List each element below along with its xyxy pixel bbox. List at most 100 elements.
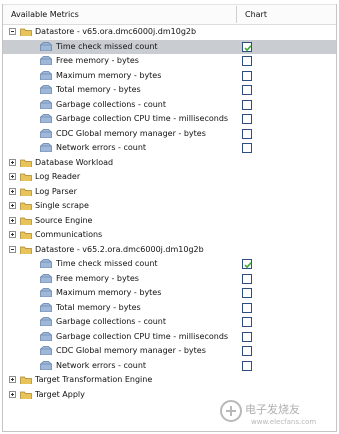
- chart-checkbox[interactable]: [242, 317, 252, 327]
- tree-metric-label: Garbage collections - count: [56, 317, 167, 326]
- folder-icon: [20, 28, 32, 36]
- chart-checkbox[interactable]: [242, 41, 252, 52]
- tree-metric-row[interactable]: Free memory - bytes: [3, 272, 336, 287]
- tree-metric-row[interactable]: Garbage collection CPU time - millisecon…: [3, 112, 336, 127]
- tree-metric-row[interactable]: Garbage collections - count: [3, 98, 336, 113]
- tree-group-row[interactable]: Single scrape: [3, 199, 336, 214]
- metric-icon: [40, 143, 52, 152]
- metric-icon: [40, 317, 52, 326]
- collapse-icon[interactable]: [9, 245, 16, 253]
- chart-checkbox[interactable]: [242, 302, 252, 313]
- folder-icon: [20, 159, 32, 167]
- tree-group-row[interactable]: Log Reader: [3, 170, 336, 185]
- chart-checkbox[interactable]: [242, 273, 252, 284]
- tree-metric-row[interactable]: Garbage collections - count: [3, 315, 336, 330]
- expand-icon[interactable]: [9, 390, 16, 398]
- expand-icon[interactable]: [9, 158, 16, 166]
- tree-group-label: Datastore - v65.2.ora.dmc6000j.dm10g2b: [35, 244, 204, 254]
- tree-group-row[interactable]: Datastore - v65.2.ora.dmc6000j.dm10g2b: [3, 243, 336, 258]
- metric-icon: [40, 128, 52, 138]
- folder-icon: [20, 173, 32, 181]
- tree-metric-label: Network errors - count: [56, 360, 147, 370]
- expand-icon[interactable]: [9, 187, 16, 195]
- metrics-panel: Available Metrics Chart Datastore - v65.…: [2, 4, 337, 432]
- metric-icon: [40, 114, 52, 123]
- chart-header[interactable]: Chart: [245, 10, 267, 19]
- tree-metric-row[interactable]: Garbage collection CPU time - millisecon…: [3, 330, 336, 345]
- tree-metric-label: Maximum memory - bytes: [56, 288, 162, 297]
- tree-metric-label: Time check missed count: [56, 259, 158, 268]
- folder-icon: [20, 246, 32, 254]
- metric-icon: [40, 360, 52, 370]
- metric-icon: [40, 273, 52, 283]
- tree-metric-row[interactable]: Time check missed count: [3, 257, 336, 272]
- metric-icon: [40, 70, 52, 80]
- tree-group-label: Communications: [35, 230, 103, 239]
- metric-icon: [40, 331, 52, 341]
- watermark-brand: 电子发烧友: [245, 402, 300, 416]
- expand-icon[interactable]: [9, 202, 16, 209]
- tree-metric-label: Total memory - bytes: [56, 85, 141, 94]
- metric-icon: [40, 346, 52, 355]
- column-divider[interactable]: [236, 6, 237, 23]
- tree-metric-label: Total memory - bytes: [56, 302, 141, 312]
- checkmark-icon: [244, 44, 252, 51]
- metric-icon: [40, 56, 52, 65]
- chart-checkbox[interactable]: [242, 70, 252, 81]
- tree-metric-row[interactable]: Time check missed count: [3, 39, 336, 54]
- tree-metric-row[interactable]: Network errors - count: [3, 141, 336, 156]
- tree-group-label: Log Reader: [35, 172, 81, 181]
- tree-group-row[interactable]: Target Transformation Engine: [3, 373, 336, 388]
- chart-checkbox[interactable]: [242, 143, 252, 153]
- tree-metric-row[interactable]: Maximum memory - bytes: [3, 69, 336, 84]
- expand-icon[interactable]: [9, 376, 16, 383]
- tree-metric-row[interactable]: CDC Global memory manager - bytes: [3, 344, 336, 359]
- folder-icon: [20, 231, 32, 239]
- chart-checkbox[interactable]: [242, 288, 252, 298]
- tree-metric-row[interactable]: Network errors - count: [3, 359, 336, 374]
- metrics-tree: Datastore - v65.ora.dmc6000j.dm10g2b Time…: [3, 25, 336, 402]
- tree-metric-label: Free memory - bytes: [56, 56, 139, 65]
- tree-metric-row[interactable]: Total memory - bytes: [3, 83, 336, 98]
- metric-icon: [40, 99, 52, 109]
- tree-group-row[interactable]: Datastore - v65.ora.dmc6000j.dm10g2b: [3, 25, 336, 40]
- chart-checkbox[interactable]: [242, 360, 252, 371]
- chart-checkbox[interactable]: [242, 85, 252, 95]
- chart-checkbox[interactable]: [242, 114, 252, 124]
- folder-icon: [20, 188, 32, 196]
- metric-icon: [40, 259, 52, 268]
- available-metrics-header[interactable]: Available Metrics: [11, 10, 79, 19]
- tree-group-row[interactable]: Communications: [3, 228, 336, 243]
- chart-checkbox[interactable]: [242, 56, 252, 66]
- checkmark-icon: [244, 262, 252, 269]
- tree-group-label: Datastore - v65.ora.dmc6000j.dm10g2b: [35, 27, 197, 36]
- tree-group-row[interactable]: Log Parser: [3, 185, 336, 200]
- expand-icon[interactable]: [9, 231, 16, 238]
- expand-icon[interactable]: [9, 216, 16, 224]
- collapse-icon[interactable]: [9, 28, 16, 35]
- folder-icon: [20, 391, 32, 399]
- tree-metric-row[interactable]: CDC Global memory manager - bytes: [3, 127, 336, 142]
- tree-metric-row[interactable]: Free memory - bytes: [3, 54, 336, 69]
- chart-checkbox[interactable]: [242, 346, 252, 356]
- tree-metric-label: Garbage collections - count: [56, 99, 167, 109]
- table-header: Available Metrics Chart: [3, 4, 336, 25]
- tree-group-label: Log Parser: [35, 186, 77, 196]
- tree-metric-label: CDC Global memory manager - bytes: [56, 128, 206, 138]
- metric-icon: [40, 302, 52, 312]
- chart-checkbox[interactable]: [242, 331, 252, 342]
- chart-checkbox[interactable]: [242, 99, 252, 110]
- tree-metric-label: CDC Global memory manager - bytes: [56, 346, 206, 355]
- watermark-logo: 电子发烧友 www.elecfans.com: [220, 400, 316, 426]
- tree-metric-row[interactable]: Total memory - bytes: [3, 301, 336, 316]
- folder-icon: [20, 202, 32, 210]
- tree-metric-row[interactable]: Maximum memory - bytes: [3, 286, 336, 301]
- chart-checkbox[interactable]: [242, 128, 252, 139]
- tree-group-row[interactable]: Source Engine: [3, 214, 336, 229]
- expand-icon[interactable]: [9, 173, 16, 180]
- chart-checkbox[interactable]: [242, 259, 252, 269]
- watermark-url: www.elecfans.com: [251, 418, 316, 426]
- metric-icon: [40, 85, 52, 94]
- tree-group-label: Target Apply: [35, 389, 85, 399]
- tree-group-row[interactable]: Database Workload: [3, 156, 336, 171]
